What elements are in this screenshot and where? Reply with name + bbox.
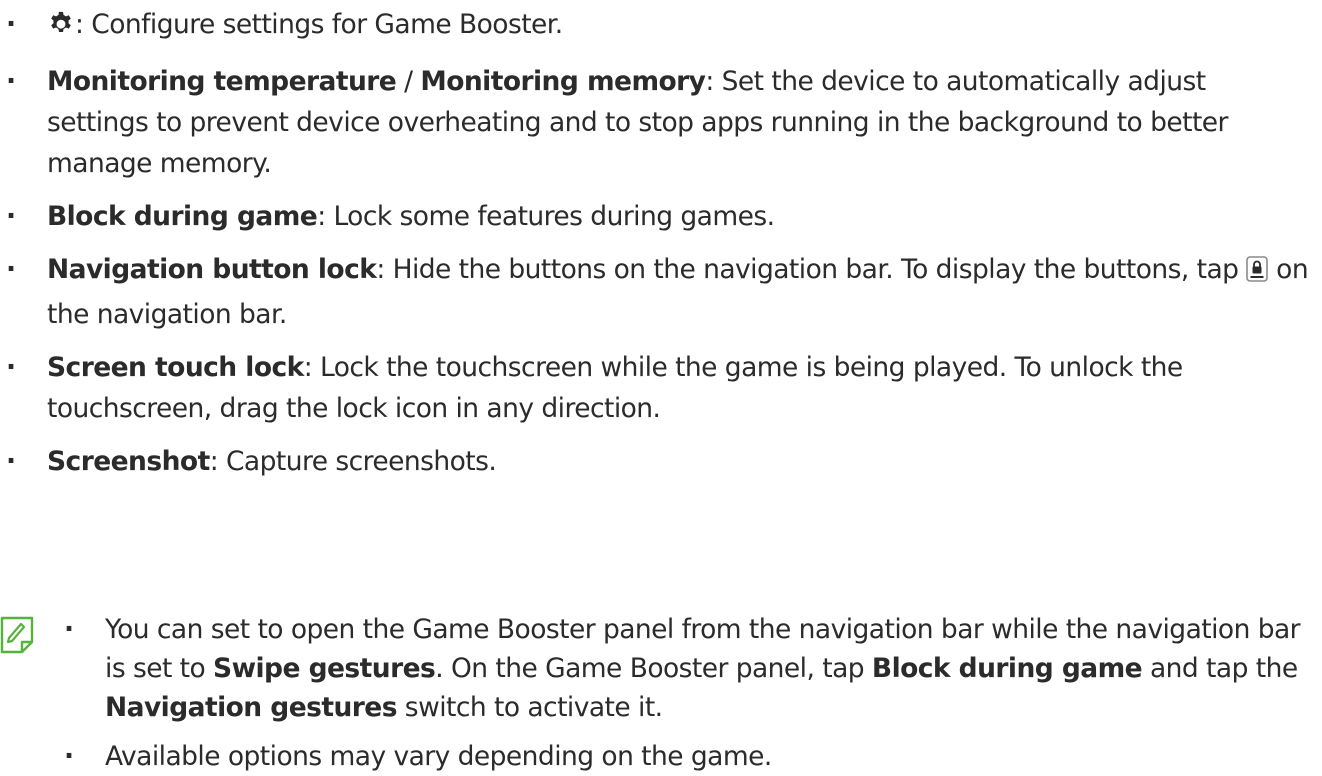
feature-list: : Configure settings for Game Booster. M… bbox=[0, 0, 1322, 482]
item-term: Monitoring temperature bbox=[47, 66, 397, 97]
note-block: You can set to open the Game Booster pan… bbox=[0, 610, 1322, 776]
item-term: Navigation button lock bbox=[47, 254, 377, 285]
item-term-2: Monitoring memory bbox=[420, 66, 706, 97]
list-item-navigation-button-lock: Navigation button lock: Hide the buttons… bbox=[0, 249, 1322, 335]
item-separator: / bbox=[396, 66, 421, 97]
item-text: : Lock some features during games. bbox=[317, 201, 775, 232]
note-term: Block during game bbox=[871, 653, 1143, 684]
lock-icon bbox=[1246, 253, 1269, 294]
note-term: Swipe gestures bbox=[213, 653, 436, 684]
note-item-options: Available options may vary depending on … bbox=[0, 737, 1322, 776]
list-item-monitoring: Monitoring temperature / Monitoring memo… bbox=[0, 61, 1322, 184]
item-term: Screen touch lock bbox=[47, 352, 304, 383]
item-text: : Configure settings for Game Booster. bbox=[75, 9, 563, 40]
list-item-settings: : Configure settings for Game Booster. bbox=[0, 0, 1322, 49]
note-list: You can set to open the Game Booster pan… bbox=[0, 610, 1322, 776]
note-term: Navigation gestures bbox=[105, 692, 397, 723]
list-item-screen-touch-lock: Screen touch lock: Lock the touchscreen … bbox=[0, 347, 1322, 429]
note-text: switch to activate it. bbox=[396, 692, 663, 723]
note-text: Available options may vary depending on … bbox=[105, 741, 772, 772]
item-text-before: : Hide the buttons on the navigation bar… bbox=[376, 254, 1247, 285]
manual-page: : Configure settings for Game Booster. M… bbox=[0, 0, 1322, 776]
item-text: : Capture screenshots. bbox=[209, 446, 497, 477]
gear-icon bbox=[47, 8, 75, 49]
list-item-block-during-game: Block during game: Lock some features du… bbox=[0, 196, 1322, 237]
list-item-screenshot: Screenshot: Capture screenshots. bbox=[0, 441, 1322, 482]
item-term: Block during game bbox=[47, 201, 318, 232]
note-text: . On the Game Booster panel, tap bbox=[435, 653, 872, 684]
item-term: Screenshot bbox=[47, 446, 210, 477]
note-text: and tap the bbox=[1142, 653, 1298, 684]
note-item-swipe-gestures: You can set to open the Game Booster pan… bbox=[0, 610, 1322, 727]
